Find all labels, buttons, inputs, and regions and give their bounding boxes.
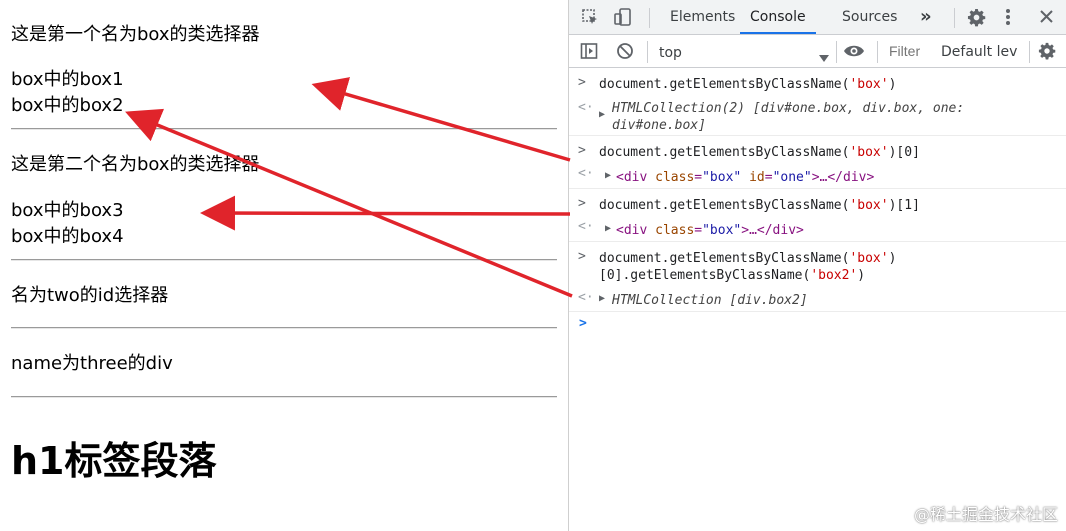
code-string: 'box' [849,145,889,160]
attr-name: class [655,223,695,238]
console-input[interactable]: document.getElementsByClassName('box')[1… [599,197,920,214]
attr-name: class [655,170,695,185]
devtools-panel: Elements Console Sources » top Filter De… [568,0,1066,531]
code-text: ) [888,77,897,92]
toolbar-separator [954,8,955,28]
console-entry: > document.getElementsByClassName('box')… [569,189,1066,242]
attr-name: id [749,170,765,185]
divider [11,327,557,329]
code-text: document.getElementsByClassName( [599,198,850,213]
page-heading-h1: h1标签段落 [11,439,217,483]
clear-console-icon[interactable] [616,42,634,64]
divider [11,128,557,130]
code-string: 'box' [849,251,889,266]
input-chevron-icon: > [578,249,586,264]
sidebar-toggle-icon[interactable] [580,42,598,64]
more-tabs-button[interactable]: » [920,0,932,34]
output-text: HTMLCollection(2) [div#one.box, div.box,… [612,101,965,116]
page-text-name-three: name为three的div [11,353,173,374]
code-text: document.getElementsByClassName( [599,251,850,266]
console-output-element[interactable]: <div class="box" id="one">…</div> [616,169,874,186]
console-output[interactable]: HTMLCollection [div.box2] [612,292,808,309]
chevron-down-icon [819,48,829,67]
code-text: document.getElementsByClassName( [599,145,850,160]
tag-close: >…</div> [741,223,804,238]
expand-triangle-icon[interactable]: ▶ [599,109,605,120]
watermark: @稀土掘金技术社区 [913,505,1058,524]
result-arrow-icon: <· [578,219,594,234]
code-text: ) [857,268,866,283]
code-text: ) [888,251,897,266]
code-text: )[0] [888,145,920,160]
toolbar-separator [836,41,837,63]
result-arrow-icon: <· [578,166,594,181]
console-entry: > document.getElementsByClassName('box')… [569,136,1066,189]
expand-triangle-icon[interactable]: ▶ [599,293,605,304]
context-selector[interactable]: top [659,42,829,62]
close-icon[interactable] [1039,9,1054,28]
input-chevron-icon: > [578,75,586,90]
console-output-element[interactable]: <div class="box">…</div> [616,222,804,239]
expand-triangle-icon[interactable]: ▶ [605,170,611,181]
page-text-box4: box中的box4 [11,226,124,247]
console-prompt[interactable]: > [579,316,587,331]
input-chevron-icon: > [578,196,586,211]
gear-icon[interactable] [967,8,986,31]
console-toolbar: top Default lev [569,35,1066,68]
input-chevron-icon: > [578,143,586,158]
page-text-line-4: 这是第二个名为box的类选择器 [11,154,260,175]
tab-console[interactable]: Console [740,0,816,34]
attr-value: "one" [772,170,812,185]
kebab-menu-icon[interactable] [1005,8,1011,30]
page-viewport: 这是第一个名为box的类选择器 box中的box1 box中的box2 这是第二… [0,0,568,531]
devtools-tabbar: Elements Console Sources » [569,0,1066,35]
tag-open: <div [616,223,656,238]
divider [11,259,557,261]
page-text-box3: box中的box3 [11,200,124,221]
code-string: 'box' [849,77,889,92]
page-text-box1: box中的box1 [11,69,124,90]
context-selector-value: top [659,45,682,61]
toolbar-separator [1029,41,1030,63]
result-arrow-icon: <· [578,290,594,305]
toolbar-separator [877,41,878,63]
attr-value: "box" [702,223,742,238]
console-input[interactable]: document.getElementsByClassName('box') [599,76,896,93]
divider [11,396,557,398]
inspect-icon[interactable] [581,8,599,30]
expand-triangle-icon[interactable]: ▶ [605,223,611,234]
console-filter-input[interactable] [885,40,939,62]
page-text-box2: box中的box2 [11,95,124,116]
code-string: 'box2' [810,268,858,283]
tab-elements[interactable]: Elements [670,0,735,34]
console-output[interactable]: HTMLCollection(2) [div#one.box, div.box,… [612,100,964,134]
code-text: [0].getElementsByClassName( [599,268,811,283]
eye-icon[interactable] [843,43,865,63]
log-level-selector[interactable]: Default lev [941,42,1017,62]
output-text: div#one.box] [612,118,706,133]
console-entry: > document.getElementsByClassName('box')… [569,68,1066,136]
tag-open: <div [616,170,656,185]
console-input[interactable]: document.getElementsByClassName('box') [… [599,250,896,284]
code-text: )[1] [888,198,920,213]
device-icon[interactable] [613,7,633,31]
toolbar-separator [647,41,648,63]
gear-icon[interactable] [1038,42,1056,64]
page-text-id-two: 名为two的id选择器 [11,285,169,306]
tab-sources[interactable]: Sources [842,0,897,34]
code-string: 'box' [849,198,889,213]
console-entry: > document.getElementsByClassName('box')… [569,242,1066,312]
tag-close: >…</div> [811,170,875,185]
code-text: document.getElementsByClassName( [599,77,850,92]
page-text-line-1: 这是第一个名为box的类选择器 [11,24,260,45]
attr-value: "box" [702,170,742,185]
result-arrow-icon: <· [578,100,594,115]
console-input[interactable]: document.getElementsByClassName('box')[0… [599,144,920,161]
toolbar-separator [649,8,650,28]
console-messages: > document.getElementsByClassName('box')… [569,68,1066,531]
